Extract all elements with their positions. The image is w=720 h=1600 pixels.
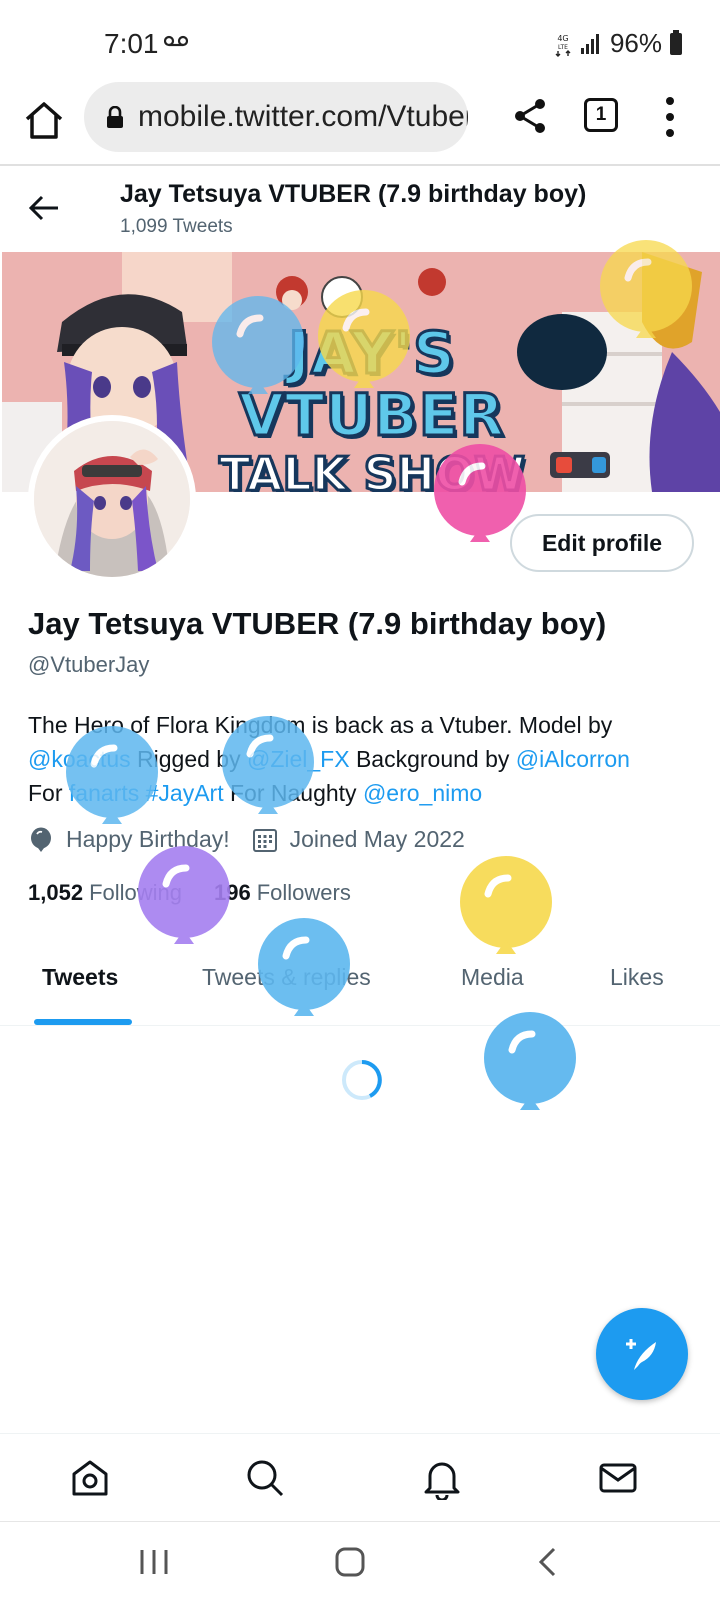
bio-text: Rigged by (130, 746, 247, 772)
url-text: mobile.twitter.com/VtuberJay (138, 100, 468, 133)
more-vertical-icon[interactable] (660, 94, 680, 140)
lock-icon (107, 106, 123, 128)
system-navigation (0, 1521, 720, 1600)
loading-spinner (342, 1060, 382, 1100)
tab-switcher-button[interactable]: 1 (584, 98, 618, 132)
svg-text:LTE: LTE (558, 44, 568, 51)
bio-text: For Naughty (223, 780, 363, 806)
bio-mention-link[interactable]: @iAlcorron (516, 746, 630, 772)
status-time: 7:01 (104, 28, 159, 59)
voicemail-icon (164, 35, 188, 47)
bio-mention-link[interactable]: @ero_nimo (363, 780, 482, 806)
edit-profile-button[interactable]: Edit profile (510, 514, 694, 572)
bio-mention-link[interactable]: @Ziel_FX (247, 746, 350, 772)
bio-text: Background by (349, 746, 516, 772)
profile-avatar[interactable] (28, 415, 196, 583)
search-icon[interactable] (243, 1456, 287, 1500)
follow-stats: 1,052 Following 196 Followers (28, 880, 351, 906)
tab-active-indicator (34, 1019, 132, 1025)
back-icon[interactable] (528, 1544, 568, 1580)
following-label: Following (89, 880, 182, 905)
bio-text: For (28, 780, 69, 806)
profile-tabs: Tweets Tweets & replies Media Likes (0, 940, 720, 1026)
recents-icon[interactable] (134, 1544, 174, 1580)
browser-toolbar: mobile.twitter.com/VtuberJay 1 (0, 80, 720, 166)
bio-text: The Hero of Flora Kingdom is back as a V… (28, 712, 613, 738)
address-bar[interactable]: mobile.twitter.com/VtuberJay (84, 82, 468, 152)
back-arrow-icon[interactable] (26, 190, 62, 226)
battery-percent: 96% (609, 28, 662, 58)
profile-bio: The Hero of Flora Kingdom is back as a V… (28, 708, 698, 810)
home-icon[interactable] (68, 1456, 112, 1500)
birthday-text: Happy Birthday! (66, 826, 230, 852)
compose-tweet-button[interactable] (596, 1308, 688, 1400)
profile-meta: Happy Birthday! Joined May 2022 (28, 826, 465, 853)
banner-title-line1: JAY'S VTUBER (237, 319, 506, 449)
bio-hashtag-link[interactable]: #JayArt (146, 780, 224, 806)
battery-icon (670, 29, 682, 55)
avatar-artwork (34, 421, 190, 577)
followers-link[interactable]: 196 Followers (214, 880, 351, 906)
compose-quill-icon (626, 1339, 656, 1370)
home-icon[interactable] (330, 1544, 370, 1580)
svg-text:4G: 4G (557, 34, 568, 43)
tab-count: 1 (595, 104, 607, 125)
following-count: 1,052 (28, 880, 84, 905)
followers-count: 196 (214, 880, 251, 905)
signal-icon (580, 33, 599, 54)
calendar-icon (252, 828, 277, 852)
tab-tweets-replies[interactable]: Tweets & replies (202, 964, 371, 991)
home-icon[interactable] (22, 98, 66, 142)
share-icon[interactable] (510, 96, 550, 136)
status-bar: 7:01 4G LTE 96% (0, 0, 720, 80)
balloon-icon (31, 827, 51, 852)
lte-icon: 4G LTE (555, 34, 571, 57)
banner-title: JAY'S VTUBER TALK SHOW (192, 319, 552, 493)
status-indicators: 4G LTE 96% (554, 28, 682, 59)
followers-label: Followers (256, 880, 351, 905)
birthday-balloon-icon (484, 1012, 576, 1110)
bottom-navigation (0, 1433, 720, 1521)
tweet-count: 1,099 Tweets (120, 216, 233, 237)
header-title: Jay Tetsuya VTUBER (7.9 birthday boy) (120, 180, 587, 208)
bio-mention-link[interactable]: @koactus (28, 746, 131, 772)
profile-top-bar: Jay Tetsuya VTUBER (7.9 birthday boy) 1,… (0, 168, 720, 250)
tab-likes[interactable]: Likes (610, 964, 664, 991)
bell-icon[interactable] (420, 1456, 464, 1500)
tab-media[interactable]: Media (461, 964, 524, 991)
joined-date: Joined May 2022 (289, 826, 465, 852)
tab-tweets[interactable]: Tweets (42, 964, 118, 991)
following-link[interactable]: 1,052 Following (28, 880, 182, 906)
banner-title-line2: TALK SHOW (218, 446, 527, 493)
bio-search-link[interactable]: fanarts (69, 780, 139, 806)
profile-display-name: Jay Tetsuya VTUBER (7.9 birthday boy) (28, 606, 607, 641)
profile-handle: @VtuberJay (28, 652, 150, 677)
mail-icon[interactable] (596, 1456, 640, 1500)
